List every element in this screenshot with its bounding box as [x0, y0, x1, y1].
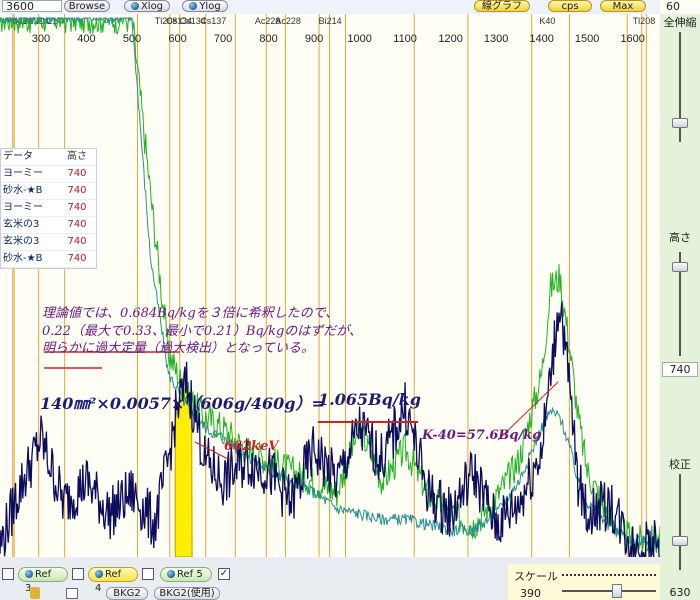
- slider-thumb[interactable]: [672, 262, 688, 272]
- scale-thumb[interactable]: [612, 584, 622, 598]
- legend-row-height: 740: [67, 219, 87, 230]
- formula-result: 1.065Bq/kg: [318, 390, 421, 409]
- annotation-line-1: 理論値では、0.684Bq/kgを３倍に希釈したので、: [42, 306, 339, 321]
- radio-icon: [167, 570, 175, 578]
- legend-row[interactable]: ヨーミー 740: [1, 166, 96, 183]
- ylog-button[interactable]: Ylog: [182, 0, 228, 12]
- k40-peak-label: K-40=57.6Bq/kg: [422, 428, 542, 443]
- toolbar-right-value: 60: [666, 0, 680, 13]
- legend-row-height: 740: [67, 202, 87, 213]
- xlog-button[interactable]: Xlog: [124, 0, 170, 12]
- formula-left: 140㎜²×0.0057×（606g/460g）=: [40, 394, 325, 413]
- max-button[interactable]: Max: [600, 0, 646, 12]
- energy-tick-label: 900: [305, 33, 323, 45]
- scale-ticks: [562, 574, 656, 578]
- nuclide-label: K40: [539, 16, 555, 26]
- legend-row-height: 740: [67, 168, 87, 179]
- radio-icon: [189, 2, 198, 10]
- spectrum-chart[interactable]: 300 400 500 600 700 800 900 1000 1100 1200 1300 140…: [0, 14, 660, 557]
- ref5-button[interactable]: Ref 5: [160, 567, 212, 582]
- height-label: 高さ: [669, 231, 691, 244]
- radio-icon: [25, 570, 33, 578]
- calib-slider[interactable]: [672, 474, 688, 570]
- nuclide-label: Tl208: [155, 16, 178, 26]
- legend-row[interactable]: 砂水-★B 740: [1, 183, 96, 200]
- energy-tick-label: 1100: [393, 33, 417, 45]
- calib-value: 630: [669, 586, 691, 599]
- annotation-line-3: 明らかに過大定量（過大検出）となっている。: [42, 341, 314, 356]
- toolbar: 3600 Browse Xlog Ylog 線グラフ cps Max 60: [0, 0, 680, 14]
- line-graph-button[interactable]: 線グラフ: [474, 0, 530, 12]
- legend-row-height: 740: [67, 236, 87, 247]
- spectrum-plot: 300 400 500 600 700 800 900 1000 1100 1200 1300 140…: [0, 14, 660, 557]
- energy-tick-label: 700: [214, 33, 232, 45]
- energy-tick-label: 1600: [620, 33, 644, 45]
- count-field[interactable]: 3600: [2, 0, 62, 13]
- legend-row-name: ヨーミー: [3, 202, 43, 213]
- energy-tick-label: 500: [123, 33, 141, 45]
- ref2-checkbox[interactable]: [2, 568, 14, 580]
- slider-track: [679, 474, 681, 570]
- ylog-label: Ylog: [199, 1, 221, 12]
- energy-tick-label: 1300: [484, 33, 508, 45]
- xlog-label: Xlog: [140, 1, 164, 12]
- zoom-slider[interactable]: [672, 32, 688, 142]
- ref4-checkbox[interactable]: [142, 568, 154, 580]
- legend-row-name: 砂水-★B: [3, 185, 43, 196]
- data-legend-table: データ 高さ ヨーミー 740 砂水-★B 740 ヨーミー 740 玄米の3 …: [0, 148, 97, 269]
- lock-icon[interactable]: [30, 587, 40, 599]
- zoom-label: 全伸縮: [663, 16, 697, 29]
- ref3-button[interactable]: Ref 3: [18, 567, 68, 594]
- energy-tick-label: 800: [259, 33, 277, 45]
- energy-tick-label: 1400: [529, 33, 553, 45]
- scale-label: スケール: [514, 570, 558, 583]
- scale-value: 390: [520, 587, 541, 600]
- radio-icon: [130, 2, 139, 10]
- bkg2-button[interactable]: BKG2: [106, 587, 148, 600]
- legend-header-height: 高さ: [67, 151, 87, 162]
- ref3-checkbox[interactable]: [72, 568, 84, 580]
- legend-row[interactable]: 玄米の3 740: [1, 217, 96, 234]
- legend-row[interactable]: ヨーミー 740: [1, 200, 96, 217]
- browse-button[interactable]: Browse: [64, 0, 110, 12]
- scale-track: [562, 590, 656, 592]
- legend-row-name: 玄米の3: [3, 219, 40, 230]
- energy-tick-label: 400: [77, 33, 95, 45]
- radio-icon: [95, 570, 103, 578]
- energy-tick-label: 300: [32, 33, 50, 45]
- height-value: 740: [662, 362, 698, 377]
- slider-thumb[interactable]: [672, 536, 688, 546]
- legend-row[interactable]: 砂水-★B 740: [1, 251, 96, 268]
- legend-header-name: データ: [3, 151, 33, 162]
- legend-row-height: 740: [67, 185, 87, 196]
- ref5-label: Ref 5: [177, 569, 203, 580]
- energy-tick-label: 1000: [347, 33, 371, 45]
- energy-tick-label: 1500: [575, 33, 599, 45]
- height-slider[interactable]: [672, 252, 688, 356]
- energy-tick-label: 600: [168, 33, 186, 45]
- legend-row-name: 砂水-★B: [3, 253, 43, 264]
- nuclide-label: Cs137: [200, 16, 226, 26]
- document-icon[interactable]: [66, 588, 78, 599]
- calib-label: 校正: [669, 458, 691, 471]
- nuclide-label: Bi214: [319, 16, 342, 26]
- energy-tick-label: 1200: [438, 33, 462, 45]
- scale-panel: スケール 390: [508, 564, 660, 600]
- ref5-checkbox[interactable]: ✓: [218, 568, 230, 580]
- bkg2-use-button[interactable]: BKG2(使用): [154, 587, 220, 600]
- legend-header: データ 高さ: [1, 149, 96, 166]
- legend-row[interactable]: 玄米の3 740: [1, 234, 96, 251]
- nuclide-label: Ac228: [275, 16, 301, 26]
- legend-row-name: ヨーミー: [3, 168, 43, 179]
- legend-row-height: 740: [67, 253, 87, 264]
- cps-button[interactable]: cps: [548, 0, 592, 12]
- slider-thumb[interactable]: [672, 118, 688, 128]
- ref4-button[interactable]: Ref 4: [88, 567, 138, 594]
- nuclide-label: Tl208: [633, 16, 656, 26]
- cs137-peak-label: 662keV: [224, 439, 279, 454]
- legend-row-name: 玄米の3: [3, 236, 40, 247]
